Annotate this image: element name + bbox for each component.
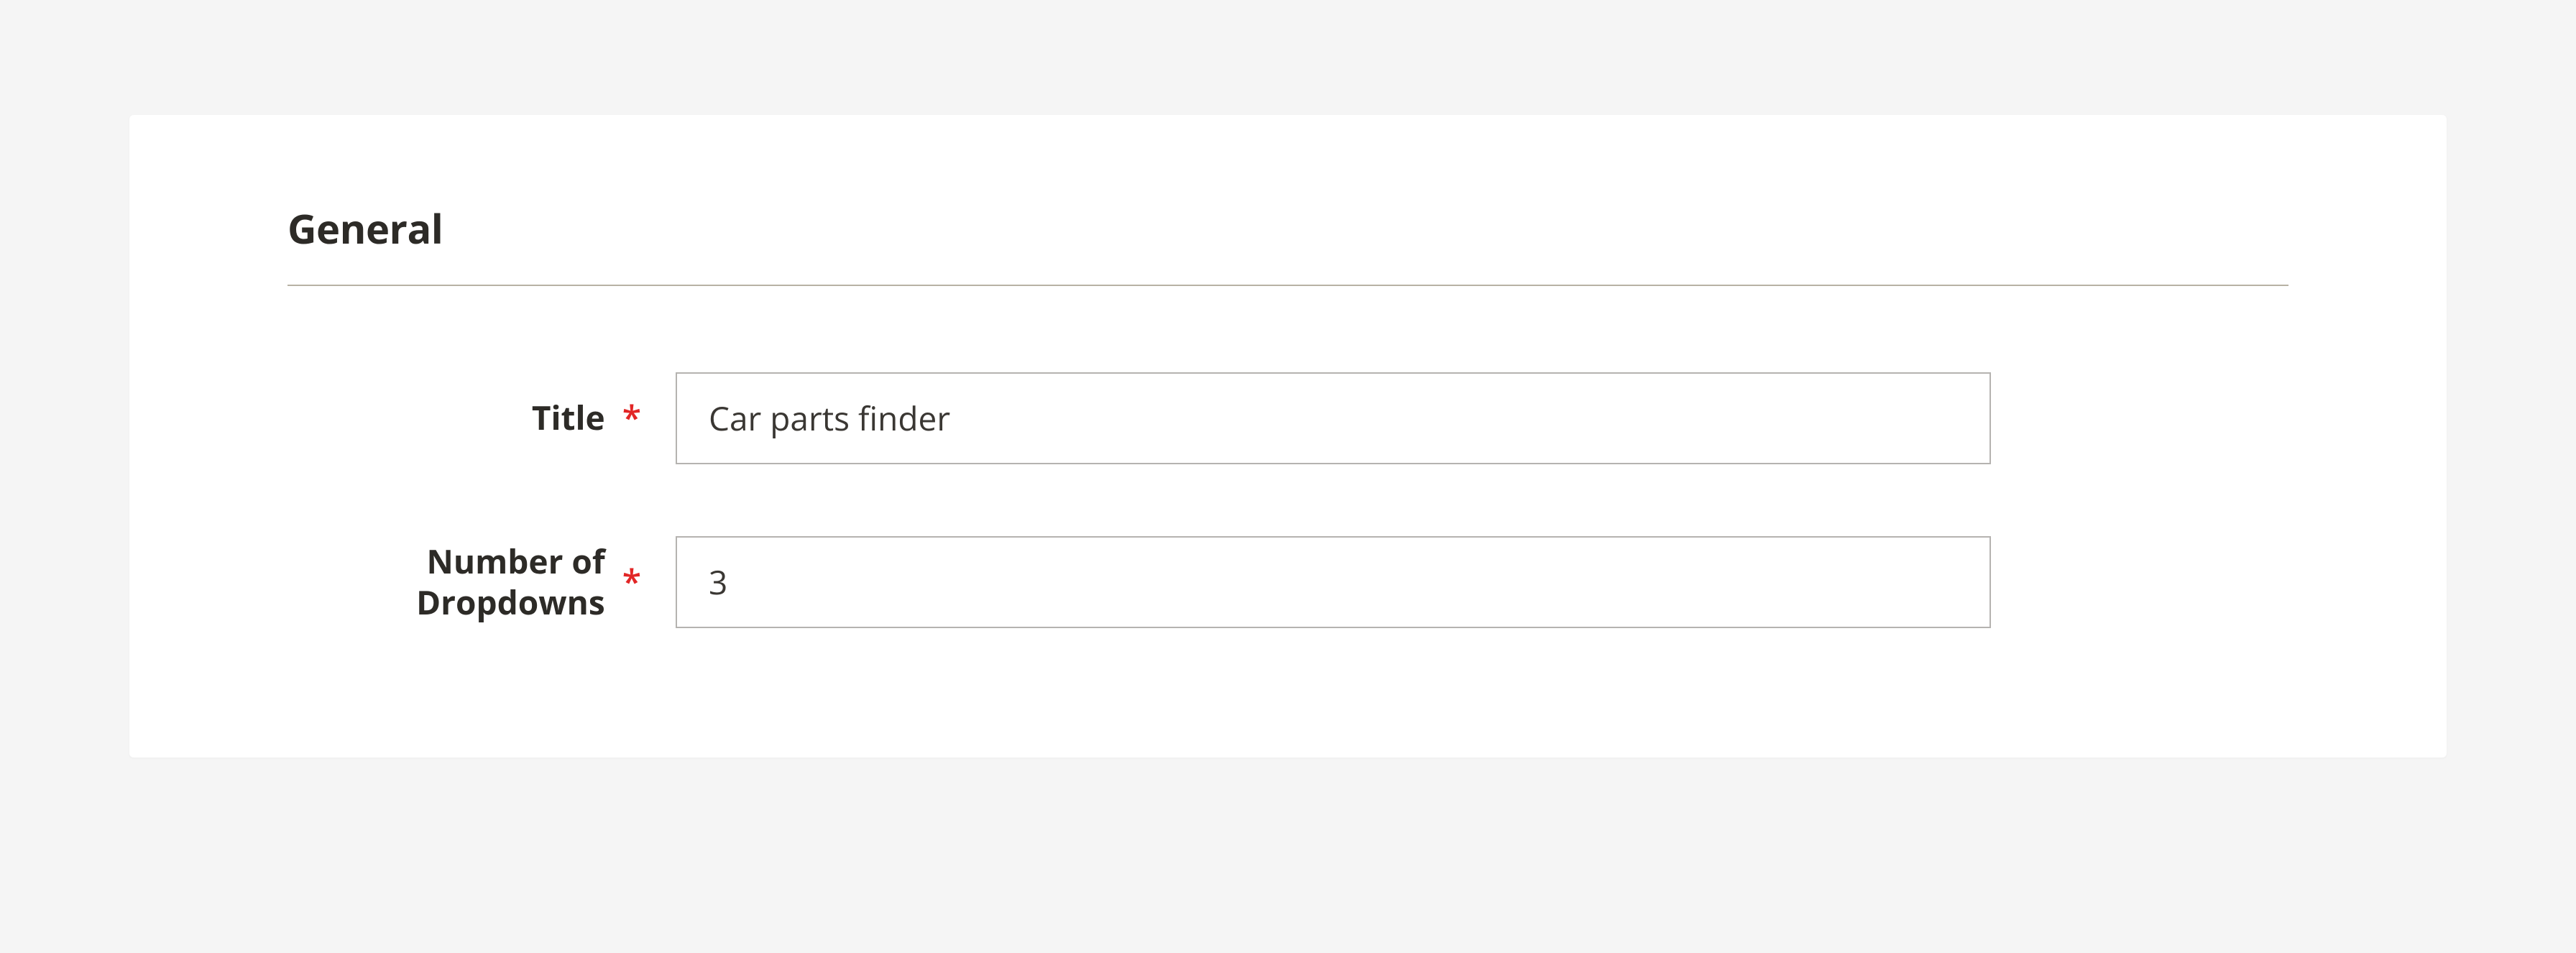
dropdowns-input[interactable] <box>676 536 1991 628</box>
section-divider <box>288 285 2288 286</box>
section-title: General <box>288 201 2288 256</box>
dropdowns-row: Number of Dropdowns * <box>288 536 2288 628</box>
title-label-wrap: Title * <box>288 397 676 439</box>
general-section-card: General Title * Number of Dropdowns * <box>129 115 2447 758</box>
required-icon: * <box>622 565 641 599</box>
title-row: Title * <box>288 372 2288 464</box>
required-icon: * <box>622 401 641 436</box>
title-label: Title <box>532 397 605 439</box>
dropdowns-label-wrap: Number of Dropdowns * <box>288 541 676 624</box>
dropdowns-label: Number of Dropdowns <box>303 541 605 624</box>
title-input[interactable] <box>676 372 1991 464</box>
